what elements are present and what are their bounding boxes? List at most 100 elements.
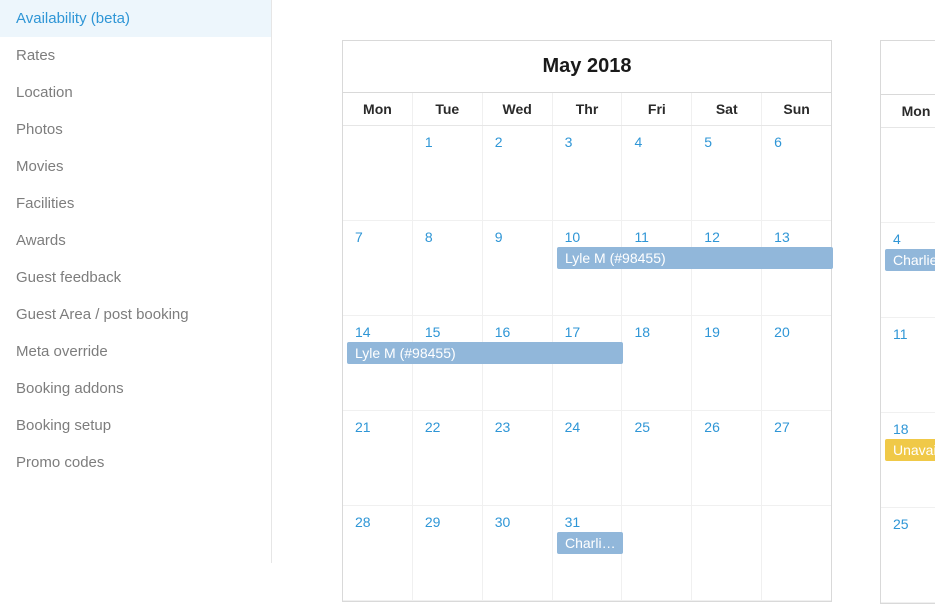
calendar-cell[interactable]: 8 (413, 221, 483, 316)
calendar-cell[interactable]: 20 (762, 316, 831, 411)
calendar-month-title: May 2018 (343, 41, 831, 93)
calendar-cell[interactable]: 30 (483, 506, 553, 601)
day-header: Sat (692, 93, 762, 125)
day-number: 7 (355, 229, 363, 245)
calendar-cell[interactable]: 19 (692, 316, 762, 411)
day-number: 11 (893, 326, 908, 342)
calendar-cell[interactable]: 22 (413, 411, 483, 506)
calendar: May 2018 MonTueWedThrFriSatSun .12345678… (342, 40, 832, 602)
calendar-event[interactable]: Charlie (885, 249, 935, 271)
calendar-cell[interactable]: 5 (692, 126, 762, 221)
day-number: 9 (495, 229, 503, 245)
calendar-cell[interactable]: 26 (692, 411, 762, 506)
calendar-cell[interactable]: 1 (413, 126, 483, 221)
calendar-cell[interactable]: 9 (483, 221, 553, 316)
day-number: 4 (634, 134, 642, 150)
calendar-cell[interactable]: 29 (413, 506, 483, 601)
calendar-week: . 1 2 3 4 5 6 (343, 126, 831, 221)
calendar-cell[interactable]: 4 (622, 126, 692, 221)
day-number: 11 (634, 229, 649, 245)
calendar-cell[interactable]: 18 (622, 316, 692, 411)
day-number: 18 (634, 324, 650, 340)
calendar-event[interactable]: Unavail (885, 439, 935, 461)
day-number: 19 (704, 324, 720, 340)
calendar-cell[interactable]: 11 (881, 318, 935, 413)
calendar-cell[interactable]: . (881, 128, 935, 223)
day-number: 17 (565, 324, 581, 340)
calendar-cell[interactable]: 25 (881, 508, 935, 603)
day-number: 5 (704, 134, 712, 150)
sidebar-item-movies[interactable]: Movies (0, 148, 271, 185)
calendar-week: 21 22 23 24 25 26 27 (343, 411, 831, 506)
calendar-cell[interactable]: 3 (553, 126, 623, 221)
day-header: Mon (343, 93, 413, 125)
day-number: 28 (355, 514, 371, 530)
sidebar-item-meta-override[interactable]: Meta override (0, 333, 271, 370)
calendar-cell[interactable]: . (692, 506, 762, 601)
day-number: 13 (774, 229, 790, 245)
calendar-event[interactable]: Lyle M (#98455) (347, 342, 623, 364)
day-header: Tue (413, 93, 483, 125)
calendar-event[interactable]: Lyle M (#98455) (557, 247, 833, 269)
day-number: 23 (495, 419, 511, 435)
day-number: 10 (565, 229, 581, 245)
calendar-next-month-title (881, 41, 935, 95)
calendar-cell[interactable]: . (622, 506, 692, 601)
calendar-week: 25 (881, 508, 935, 603)
sidebar-item-guest-feedback[interactable]: Guest feedback (0, 259, 271, 296)
sidebar-item-facilities[interactable]: Facilities (0, 185, 271, 222)
sidebar-item-booking-addons[interactable]: Booking addons (0, 370, 271, 407)
calendar-next: Mon . 4 11 18 25 Charlie Unavail (880, 40, 935, 604)
calendar-cell[interactable]: 27 (762, 411, 831, 506)
day-number: 1 (425, 134, 433, 150)
day-header: Mon (881, 95, 935, 127)
day-number: 8 (425, 229, 433, 245)
calendar-event[interactable]: Charlie … (557, 532, 623, 554)
sidebar: Availability (beta) Rates Location Photo… (0, 0, 272, 563)
day-number: 6 (774, 134, 782, 150)
calendar-cell[interactable]: 28 (343, 506, 413, 601)
day-number: 4 (893, 231, 901, 247)
day-number: 16 (495, 324, 511, 340)
day-number: 24 (565, 419, 581, 435)
day-number: 25 (634, 419, 650, 435)
sidebar-item-location[interactable]: Location (0, 74, 271, 111)
day-number: 12 (704, 229, 720, 245)
sidebar-item-rates[interactable]: Rates (0, 37, 271, 74)
calendar-body: .123456789101112131415161718192021222324… (343, 126, 831, 601)
calendar-week: . (881, 128, 935, 223)
sidebar-item-photos[interactable]: Photos (0, 111, 271, 148)
sidebar-item-awards[interactable]: Awards (0, 222, 271, 259)
day-header-row: Mon (881, 95, 935, 128)
sidebar-item-guest-area[interactable]: Guest Area / post booking (0, 296, 271, 333)
day-number: 21 (355, 419, 371, 435)
calendar-cell[interactable]: 25 (622, 411, 692, 506)
sidebar-item-promo-codes[interactable]: Promo codes (0, 444, 271, 481)
calendar-cell[interactable]: . (343, 126, 413, 221)
day-number: 26 (704, 419, 720, 435)
sidebar-item-booking-setup[interactable]: Booking setup (0, 407, 271, 444)
calendar-cell[interactable]: 2 (483, 126, 553, 221)
calendar-cell[interactable]: . (762, 506, 831, 601)
calendar-cell[interactable]: 21 (343, 411, 413, 506)
day-number: 29 (425, 514, 441, 530)
calendar-cell[interactable]: 24 (553, 411, 623, 506)
calendar-cell[interactable]: 6 (762, 126, 831, 221)
day-header: Fri (622, 93, 692, 125)
day-number: 30 (495, 514, 511, 530)
day-number: 25 (893, 516, 909, 532)
day-header-row: MonTueWedThrFriSatSun (343, 93, 831, 126)
day-number: 15 (425, 324, 441, 340)
calendar-cell[interactable]: 7 (343, 221, 413, 316)
day-number: 27 (774, 419, 790, 435)
day-number: 3 (565, 134, 573, 150)
day-header: Thr (553, 93, 623, 125)
calendar-main: May 2018 MonTueWedThrFriSatSun .12345678… (342, 40, 935, 602)
sidebar-item-availability[interactable]: Availability (beta) (0, 0, 271, 37)
day-header: Sun (762, 93, 831, 125)
day-number: 31 (565, 514, 581, 530)
day-number: 2 (495, 134, 503, 150)
calendar-cell[interactable]: 23 (483, 411, 553, 506)
day-number: 18 (893, 421, 909, 437)
calendar-week: 11 (881, 318, 935, 413)
